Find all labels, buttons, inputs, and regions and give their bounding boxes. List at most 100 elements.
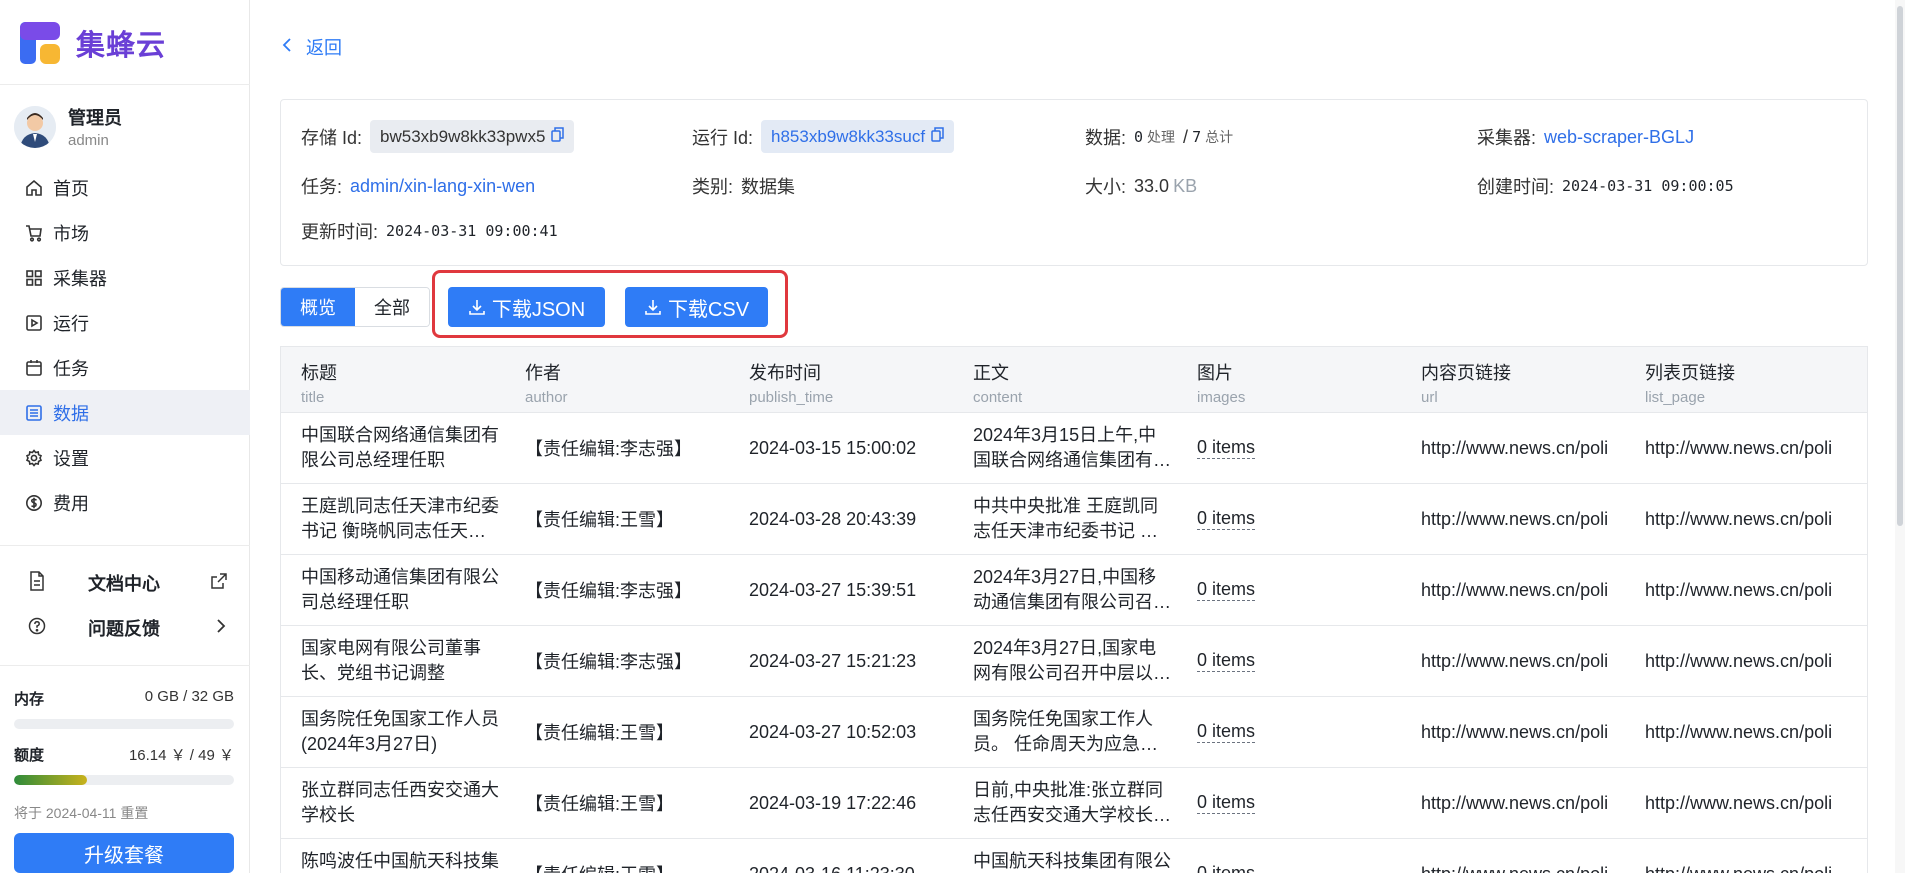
copy-icon[interactable] — [551, 126, 565, 147]
cell-author-text: 【责任编辑:李志强】 — [525, 581, 693, 601]
task-field: 任务: admin/xin-lang-xin-wen — [301, 173, 535, 199]
processed-count: 0 — [1134, 128, 1144, 146]
cell-list-page-text[interactable]: http://www.news.cn/poli — [1645, 438, 1832, 459]
column-header-list-page: 列表页链接 list_page — [1645, 359, 1735, 406]
cell-author-text: 【责任编辑:王雪】 — [525, 794, 675, 814]
scrollbar-thumb[interactable] — [1897, 6, 1903, 526]
cell-url-text[interactable]: http://www.news.cn/poli — [1421, 793, 1608, 814]
column-title: 列表页链接 — [1645, 363, 1735, 383]
table-row[interactable]: 中国移动通信集团有限公司总经理任职 【责任编辑:李志强】 2024-03-27 15… — [281, 555, 1867, 626]
sidebar-item-home[interactable]: 首页 — [0, 165, 250, 210]
storage-id-chip: bw53xb9w8kk33pwx5 — [370, 120, 575, 153]
cart-icon — [25, 224, 43, 242]
cell-list-page-text[interactable]: http://www.news.cn/poli — [1645, 722, 1832, 743]
scraper-link[interactable]: web-scraper-BGLJ — [1544, 127, 1694, 148]
images-count-link[interactable]: 0 items — [1197, 863, 1255, 873]
images-count-link[interactable]: 0 items — [1197, 792, 1256, 814]
back-link[interactable]: 返回 — [282, 34, 342, 60]
column-header-title: 标题 title — [301, 359, 337, 406]
sidebar-item-tasks[interactable]: 任务 — [0, 345, 250, 390]
cell-list-page: http://www.news.cn/poli — [1645, 697, 1845, 767]
column-key: title — [301, 389, 325, 406]
download-csv-button[interactable]: 下载CSV — [625, 287, 768, 327]
created-value: 2024-03-31 09:00:05 — [1562, 177, 1734, 195]
credit-label: 额度 — [14, 747, 45, 764]
cell-list-page-text[interactable]: http://www.news.cn/poli — [1645, 793, 1832, 814]
cell-title-text: 陈鸣波任中国航天科技集团有限公司董事长 — [301, 851, 499, 871]
cell-list-page: http://www.news.cn/poli — [1645, 768, 1845, 838]
sidebar-item-billing[interactable]: 费用 — [0, 480, 250, 525]
run-id-field: 运行 Id: h853xb9w8kk33sucf — [692, 120, 955, 153]
cell-url-text[interactable]: http://www.news.cn/poli — [1421, 580, 1608, 601]
storage-id-field: 存储 Id: bw53xb9w8kk33pwx5 — [301, 120, 575, 153]
cell-author: 【责任编辑:王雪】 — [525, 697, 725, 767]
cell-url-text[interactable]: http://www.news.cn/poli — [1421, 438, 1608, 459]
cell-list-page: http://www.news.cn/poli — [1645, 555, 1845, 625]
images-count-link[interactable]: 0 items — [1197, 437, 1256, 459]
sidebar-item-label: 采集器 — [53, 268, 107, 289]
cell-publish-time: 2024-03-27 15:39:51 — [749, 555, 949, 625]
download-json-button[interactable]: 下载JSON — [448, 287, 605, 327]
copy-icon[interactable] — [931, 126, 944, 147]
table-row[interactable]: 国家电网有限公司董事长、党组书记调整 【责任编辑:李志强】 2024-03-27 1… — [281, 626, 1867, 697]
task-link[interactable]: admin/xin-lang-xin-wen — [350, 176, 535, 197]
scraper-label: 采集器: — [1477, 128, 1537, 148]
cell-images: 0 items — [1197, 555, 1397, 625]
brand[interactable]: 集蜂云 — [20, 22, 166, 64]
cell-title: 王庭凯同志任天津市纪委书记 衡晓帆同志任天津市纪委副书记 — [301, 484, 501, 554]
table-row[interactable]: 王庭凯同志任天津市纪委书记 衡晓帆同志任天津市纪委副书记 【责任编辑:王雪】 202… — [281, 484, 1867, 555]
document-icon — [28, 570, 46, 596]
cell-list-page-text[interactable]: http://www.news.cn/poli — [1645, 651, 1832, 672]
avatar — [14, 105, 56, 148]
images-count-link[interactable]: 0 items — [1197, 508, 1256, 530]
sidebar-item-runs[interactable]: 运行 — [0, 300, 250, 345]
cell-content: 中国航天科技集团有限公司召开中层以上干部会议 — [973, 839, 1173, 873]
docs-center-link[interactable]: 文档中心 — [28, 568, 228, 598]
table-row[interactable]: 陈鸣波任中国航天科技集团有限公司董事长【责任编辑:王雪】 2024-03-16 1… — [281, 839, 1867, 873]
cell-publish-time: 2024-03-27 15:21:23 — [749, 626, 949, 696]
images-count-link[interactable]: 0 items — [1197, 650, 1256, 672]
table-row[interactable]: 张立群同志任西安交通大学校长 【责任编辑:王雪】 2024-03-19 17:22:… — [281, 768, 1867, 839]
database-icon — [25, 404, 43, 422]
cell-url-text[interactable]: http://www.news.cn/poli — [1421, 864, 1608, 873]
cell-url-text[interactable]: http://www.news.cn/poli — [1421, 509, 1608, 530]
docs-center-label: 文档中心 — [88, 574, 160, 594]
cell-publish-time-text: 2024-03-15 15:00:02 — [749, 437, 917, 458]
sidebar-item-label: 首页 — [53, 178, 89, 199]
cell-url: http://www.news.cn/poli — [1421, 768, 1621, 838]
updated-field: 更新时间: 2024-03-31 09:00:41 — [301, 218, 558, 244]
sidebar-item-data[interactable]: 数据 — [0, 390, 250, 435]
tab-all[interactable]: 全部 — [355, 288, 429, 326]
cell-content: 日前,中央批准:张立群同志任西安交通大学校长(副部长级) — [973, 768, 1173, 838]
table-row[interactable]: 国务院任免国家工作人员(2024年3月27日) 【责任编辑:王雪】 2024-03-… — [281, 697, 1867, 768]
scraper-field: 采集器: web-scraper-BGLJ — [1477, 124, 1694, 150]
cell-publish-time: 2024-03-15 15:00:02 — [749, 413, 949, 483]
page-scrollbar[interactable] — [1895, 0, 1905, 873]
upgrade-button[interactable]: 升级套餐 — [14, 833, 234, 873]
cell-url-text[interactable]: http://www.news.cn/poli — [1421, 651, 1608, 672]
table-header: 标题 title 作者 author 发布时间 publish_time 正文 … — [281, 347, 1867, 413]
cell-publish-time-text: 2024-03-27 15:39:51 — [749, 579, 917, 600]
images-count-link[interactable]: 0 items — [1197, 721, 1256, 743]
sidebar-item-market[interactable]: 市场 — [0, 210, 250, 255]
sidebar-item-scrapers[interactable]: 采集器 — [0, 255, 250, 300]
table-row[interactable]: 中国联合网络通信集团有限公司总经理任职 【责任编辑:李志强】 2024-03-15 … — [281, 413, 1867, 484]
memory-label: 内存 — [14, 691, 45, 708]
run-id-chip[interactable]: h853xb9w8kk33sucf — [761, 120, 955, 153]
cell-list-page-text[interactable]: http://www.news.cn/poli — [1645, 864, 1832, 873]
category-field: 类别: 数据集 — [692, 173, 795, 199]
cell-author: 【责任编辑:李志强】 — [525, 626, 725, 696]
feedback-link[interactable]: 问题反馈 — [28, 613, 228, 643]
images-count-link[interactable]: 0 items — [1197, 579, 1256, 601]
cell-url-text[interactable]: http://www.news.cn/poli — [1421, 722, 1608, 743]
cell-url: http://www.news.cn/poli — [1421, 484, 1621, 554]
cell-list-page-text[interactable]: http://www.news.cn/poli — [1645, 580, 1832, 601]
cell-list-page-text[interactable]: http://www.news.cn/poli — [1645, 509, 1832, 530]
cell-title: 中国联合网络通信集团有限公司总经理任职 — [301, 413, 501, 483]
run-id-value[interactable]: h853xb9w8kk33sucf — [771, 127, 925, 147]
cell-author-text: 【责任编辑:王雪】 — [525, 510, 675, 530]
sidebar-item-settings[interactable]: 设置 — [0, 435, 250, 480]
sidebar-item-label: 费用 — [53, 493, 89, 514]
user-profile[interactable]: 管理员 admin — [14, 104, 122, 149]
tab-overview[interactable]: 概览 — [281, 288, 355, 326]
